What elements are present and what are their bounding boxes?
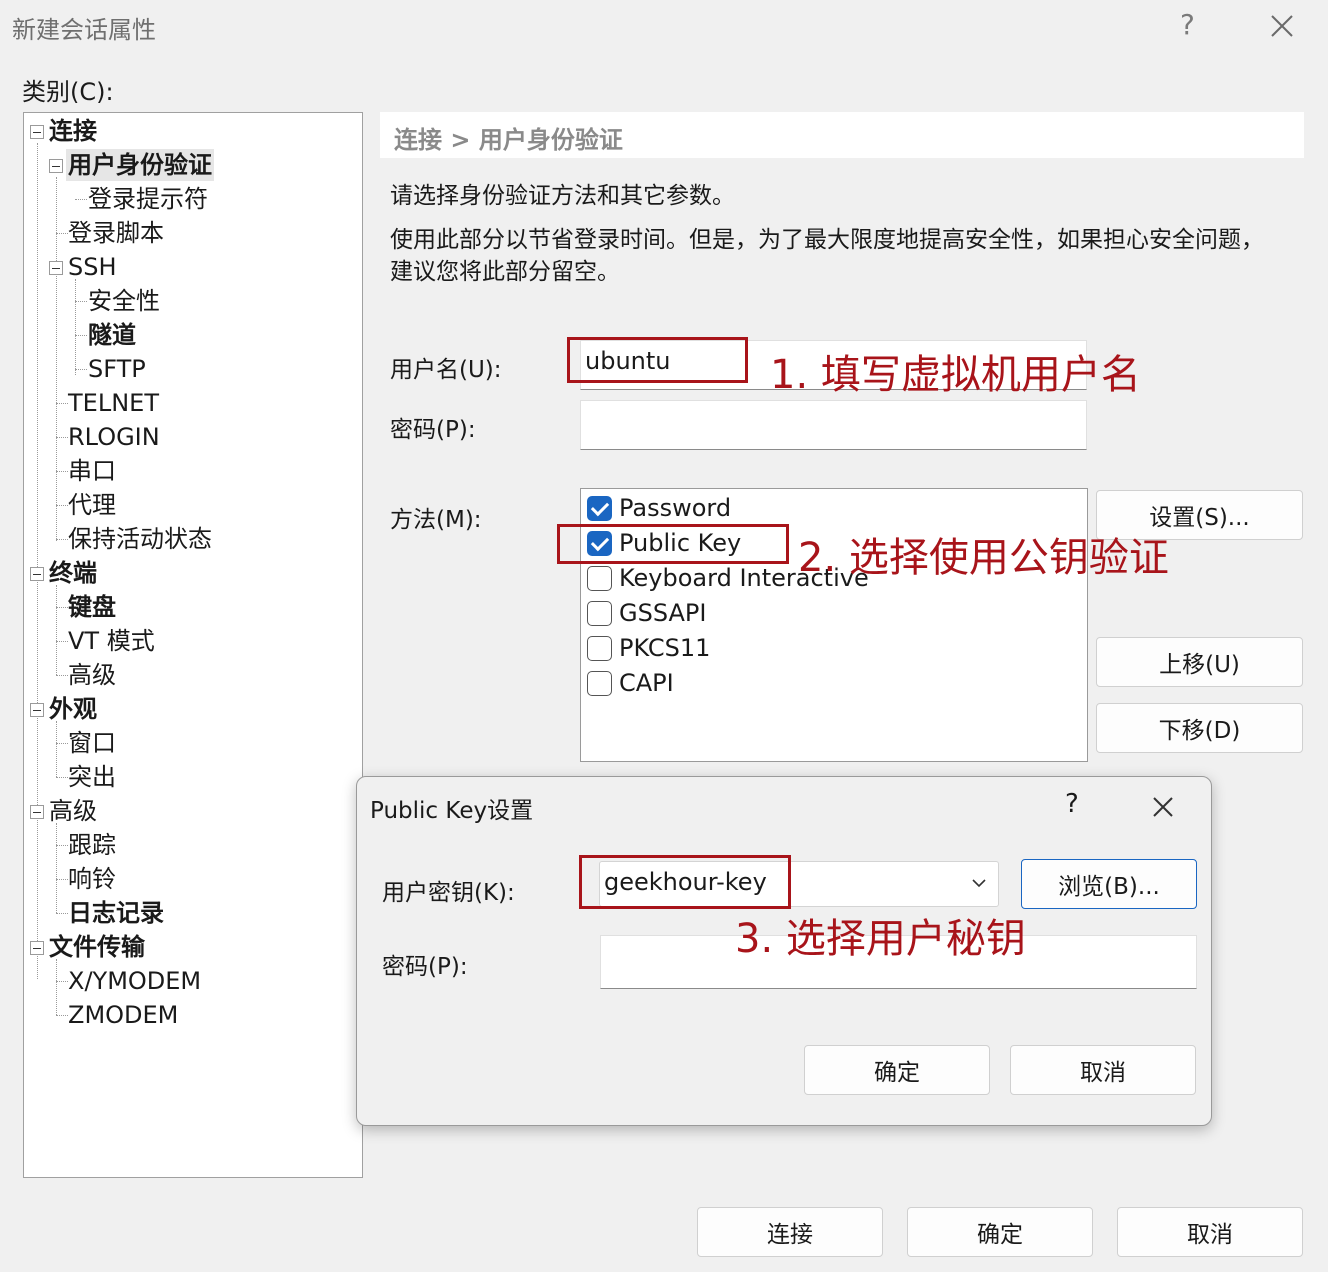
tree-item-highlight[interactable]: 突出 <box>68 761 116 793</box>
annotation-step2: 2. 选择使用公钥验证 <box>798 535 1169 581</box>
collapse-icon[interactable] <box>30 567 44 581</box>
tree-item-sftp[interactable]: SFTP <box>88 353 146 385</box>
highlight-box-user-key <box>579 855 791 909</box>
description-text: 请选择身份验证方法和其它参数。 <box>390 183 735 209</box>
highlight-box-username <box>567 337 748 383</box>
tree-item-terminal-advanced[interactable]: 高级 <box>68 659 116 691</box>
title-bar: 新建会话属性 ? <box>0 0 1328 56</box>
category-label: 类别(C): <box>22 78 114 106</box>
username-label: 用户名(U): <box>390 357 502 383</box>
checkbox-icon[interactable] <box>587 636 612 661</box>
collapse-icon[interactable] <box>49 159 63 173</box>
checkbox-icon[interactable] <box>587 671 612 696</box>
tree-item-zmodem[interactable]: ZMODEM <box>68 999 178 1031</box>
collapse-icon[interactable] <box>30 941 44 955</box>
dialog-cancel-button[interactable]: 取消 <box>1010 1045 1196 1095</box>
collapse-icon[interactable] <box>30 125 44 139</box>
checkbox-icon[interactable] <box>587 601 612 626</box>
tree-item-security[interactable]: 安全性 <box>88 285 160 317</box>
move-up-button[interactable]: 上移(U) <box>1096 637 1303 687</box>
tree-item-trace[interactable]: 跟踪 <box>68 829 116 861</box>
help-icon[interactable]: ? <box>1180 8 1195 41</box>
collapse-icon[interactable] <box>30 703 44 717</box>
move-down-button[interactable]: 下移(D) <box>1096 703 1303 753</box>
tree-item-keyboard[interactable]: 键盘 <box>68 591 116 623</box>
collapse-icon[interactable] <box>49 261 63 275</box>
annotation-step1: 1. 填写虚拟机用户名 <box>770 352 1141 398</box>
password-input[interactable] <box>580 400 1087 450</box>
tree-item-vt-mode[interactable]: VT 模式 <box>68 625 155 657</box>
ok-button[interactable]: 确定 <box>907 1207 1093 1257</box>
close-icon[interactable] <box>1262 6 1302 46</box>
dialog-title: Public Key设置 <box>370 798 534 824</box>
tree-item-rlogin[interactable]: RLOGIN <box>68 421 160 453</box>
breadcrumb: 连接 > 用户身份验证 <box>394 126 623 154</box>
window-title: 新建会话属性 <box>12 16 156 44</box>
tree-item-ssh[interactable]: SSH <box>68 251 117 283</box>
passphrase-label: 密码(P): <box>382 954 468 980</box>
highlight-box-public-key <box>557 524 789 564</box>
tree-item-advanced[interactable]: 高级 <box>49 795 97 827</box>
help-icon[interactable]: ? <box>1065 789 1079 819</box>
cancel-button[interactable]: 取消 <box>1117 1207 1303 1257</box>
chevron-down-icon <box>972 879 986 888</box>
tree-item-appearance[interactable]: 外观 <box>49 693 97 725</box>
description-text-3: 建议您将此部分留空。 <box>390 259 620 285</box>
description-text-2: 使用此部分以节省登录时间。但是，为了最大限度地提高安全性，如果担心安全问题， <box>390 227 1264 253</box>
tree-item-user-auth[interactable]: 用户身份验证 <box>66 149 214 181</box>
tree-item-logging[interactable]: 日志记录 <box>68 897 164 929</box>
category-tree[interactable]: 连接 用户身份验证 登录提示符 登录脚本 SSH 安全性 隧道 SFTP TEL… <box>23 112 363 1178</box>
tree-item-proxy[interactable]: 代理 <box>68 489 116 521</box>
close-icon[interactable] <box>1147 791 1179 823</box>
method-label-pkcs11: PKCS11 <box>619 634 711 662</box>
breadcrumb-bar: 连接 > 用户身份验证 <box>380 112 1304 158</box>
browse-button[interactable]: 浏览(B)... <box>1021 859 1197 909</box>
method-label-password: Password <box>619 494 732 522</box>
tree-item-xymodem[interactable]: X/YMODEM <box>68 965 201 997</box>
method-label: 方法(M): <box>390 507 482 533</box>
collapse-icon[interactable] <box>30 805 44 819</box>
tree-item-serial[interactable]: 串口 <box>68 455 116 487</box>
tree-item-window[interactable]: 窗口 <box>68 727 116 759</box>
checkbox-icon[interactable] <box>587 566 612 591</box>
method-label-capi: CAPI <box>619 669 674 697</box>
user-key-label: 用户密钥(K): <box>382 880 515 906</box>
method-label-gssapi: GSSAPI <box>619 599 707 627</box>
tree-item-login-script[interactable]: 登录脚本 <box>68 217 164 249</box>
annotation-step3: 3. 选择用户秘钥 <box>735 916 1026 962</box>
password-label: 密码(P): <box>390 417 476 443</box>
checkbox-icon[interactable] <box>587 496 612 521</box>
tree-item-login-prompt[interactable]: 登录提示符 <box>88 183 208 215</box>
connect-button[interactable]: 连接 <box>697 1207 883 1257</box>
tree-item-connection[interactable]: 连接 <box>49 115 97 147</box>
tree-item-file-transfer[interactable]: 文件传输 <box>49 931 145 963</box>
dialog-ok-button[interactable]: 确定 <box>804 1045 990 1095</box>
tree-item-bell[interactable]: 响铃 <box>68 863 116 895</box>
tree-item-tunnel[interactable]: 隧道 <box>88 319 136 351</box>
tree-item-terminal[interactable]: 终端 <box>49 557 97 589</box>
tree-item-telnet[interactable]: TELNET <box>68 387 159 419</box>
tree-item-keepalive[interactable]: 保持活动状态 <box>68 523 212 555</box>
